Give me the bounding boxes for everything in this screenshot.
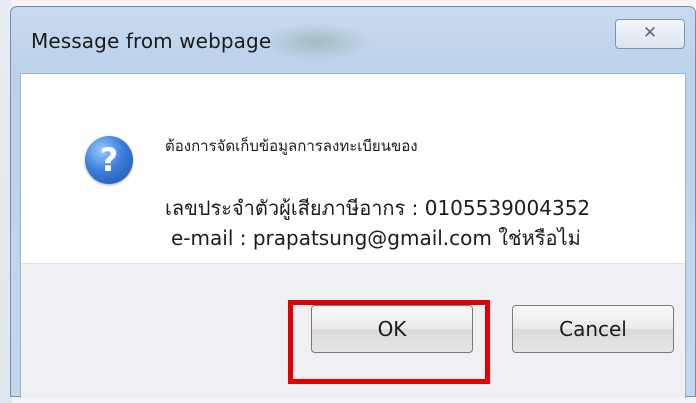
dialog-titlebar[interactable]: Message from webpage ✕ — [11, 7, 695, 79]
ok-button-highlight — [288, 300, 490, 384]
dialog-title: Message from webpage — [31, 29, 272, 53]
message-line-1: ต้องการจัดเก็บข้อมูลการลงทะเบียนของ — [165, 137, 418, 155]
message-line-2: เลขประจำตัวผู้เสียภาษีอากร : 01055390043… — [165, 196, 591, 220]
close-button[interactable]: ✕ — [615, 19, 685, 49]
message-line-3: e-mail : prapatsung@gmail.com ใช่หรือไม่ — [171, 226, 581, 250]
close-icon: ✕ — [642, 23, 658, 43]
cancel-button[interactable]: Cancel — [512, 305, 674, 353]
question-icon: ? — [85, 136, 133, 184]
title-blur — [261, 23, 371, 61]
question-mark: ? — [99, 141, 119, 179]
